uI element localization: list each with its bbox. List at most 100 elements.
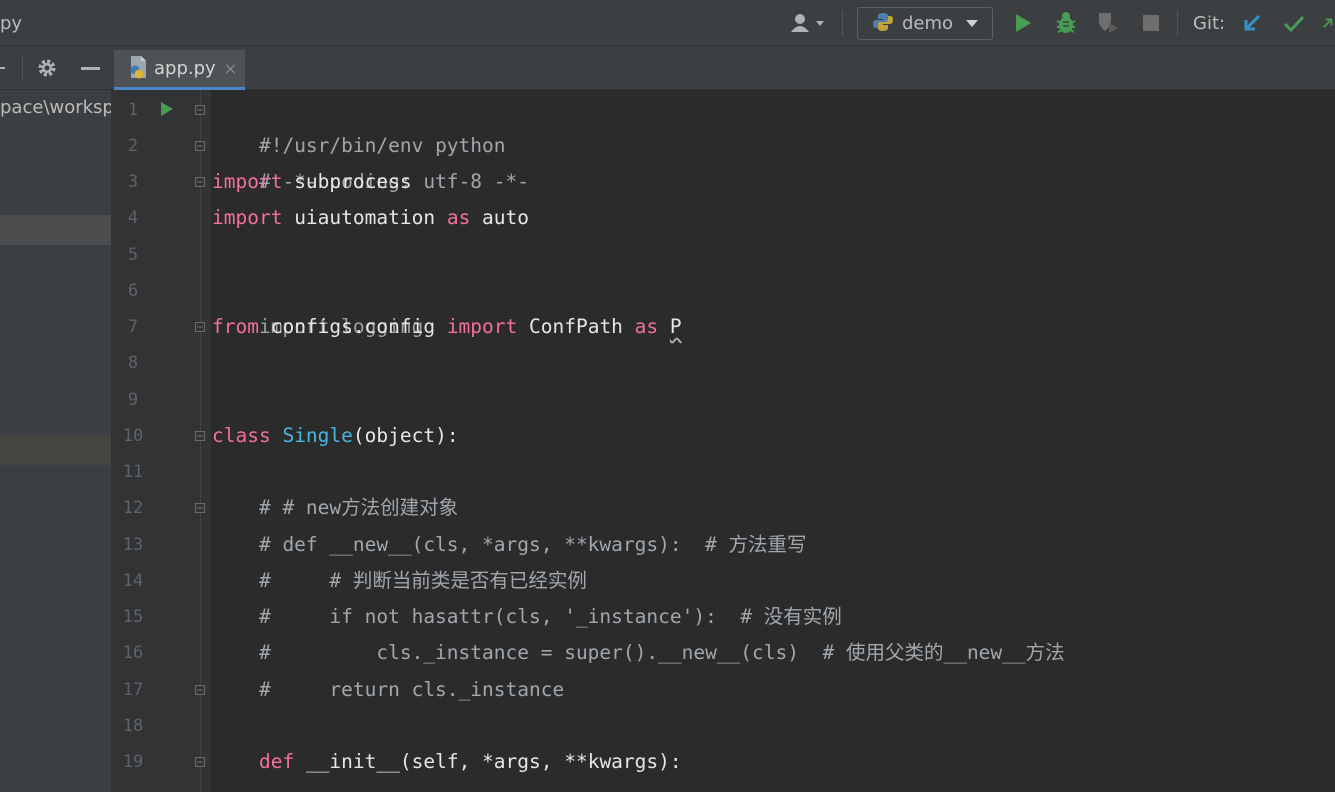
keyword: import (212, 170, 283, 193)
git-label: Git: (1193, 13, 1226, 34)
code-text: auto (470, 206, 530, 229)
code-text: ConfPath (517, 315, 635, 338)
code-line-6: import logging (212, 273, 423, 338)
line-number: 19 (122, 752, 144, 772)
code-line-19: def __init__(self, *args, **kwargs): (212, 744, 682, 780)
fold-icon[interactable] (195, 177, 205, 187)
project-panel: pace\workspa (0, 90, 111, 792)
code-line-3: import subprocess (212, 164, 412, 200)
collapse-icon[interactable] (0, 67, 5, 69)
run-config-label: demo (902, 13, 954, 34)
keyword: class (212, 424, 271, 447)
line-number: 17 (122, 680, 144, 700)
line-number: 8 (127, 353, 139, 373)
fold-icon[interactable] (195, 105, 205, 115)
git-push-icon[interactable] (1322, 10, 1335, 36)
code-line-16: # cls._instance = super().__new__(cls) #… (212, 635, 1065, 671)
window-title: py (0, 13, 23, 34)
fold-icon[interactable] (195, 431, 205, 441)
python-icon (872, 11, 894, 37)
code-line-1: #!/usr/bin/env python (212, 92, 506, 157)
line-number: 16 (122, 643, 144, 663)
line-number: 12 (122, 498, 144, 518)
code-text: configs.config (258, 315, 447, 338)
line-number: 14 (122, 571, 144, 591)
keyword: from (212, 315, 259, 338)
toolbar-separator (842, 10, 843, 36)
code-line-15: # if not hasattr(cls, '_instance'): # 没有… (212, 599, 842, 635)
tab-label: app.py (154, 58, 216, 79)
code-text: uiautomation (282, 206, 447, 229)
line-number: 3 (127, 172, 139, 192)
line-number: 18 (122, 716, 144, 736)
code-line-13: # def __new__(cls, *args, **kwargs): # 方… (212, 527, 807, 563)
header-separator (22, 56, 23, 80)
code-text: subprocess (282, 170, 412, 193)
main-toolbar: py demo Git: (0, 0, 1335, 46)
code-line-17: # return cls._instance (212, 672, 564, 708)
gear-icon[interactable] (36, 57, 58, 83)
code-line-14: # # 判断当前类是否有已经实例 (212, 563, 587, 599)
comment: # cls._instance = super().__new__(cls) #… (212, 641, 1065, 664)
git-update-project-icon[interactable] (1240, 10, 1264, 36)
line-number: 13 (122, 535, 144, 555)
line-number: 6 (127, 281, 139, 301)
line-number: 4 (127, 208, 139, 228)
run-gutter-icon[interactable] (160, 101, 174, 121)
run-configuration-dropdown[interactable]: demo (857, 7, 993, 40)
project-tree-row[interactable] (0, 435, 111, 465)
code-text: (object): (352, 424, 459, 447)
line-number: 1 (127, 100, 139, 120)
keyword: import (212, 206, 283, 229)
line-number: 5 (127, 245, 139, 265)
project-path[interactable]: pace\workspa (0, 97, 111, 118)
code-text: __init__(self, *args, **kwargs): (294, 750, 682, 773)
run-with-coverage-icon[interactable] (1095, 10, 1121, 36)
keyword: as (446, 206, 471, 229)
code-text-warning: P (669, 315, 682, 338)
fold-icon[interactable] (195, 503, 205, 513)
class-name: Single (282, 424, 353, 447)
toolbar-separator (1177, 10, 1178, 36)
line-number: 7 (127, 317, 139, 337)
line-number: 9 (127, 390, 139, 410)
project-toolwindow-header (0, 46, 111, 90)
fold-icon[interactable] (195, 757, 205, 767)
code-line-10: class Single(object): (212, 418, 459, 454)
git-commit-icon[interactable] (1282, 10, 1306, 36)
project-tree-selected-row[interactable] (0, 215, 111, 245)
keyword: import (446, 315, 518, 338)
fold-icon[interactable] (195, 322, 205, 332)
code-line-4: import uiautomation as auto (212, 200, 529, 236)
comment: # # 判断当前类是否有已经实例 (212, 569, 587, 592)
line-number: 2 (127, 136, 139, 156)
comment: # # new方法创建对象 (212, 496, 459, 519)
tab-app-py[interactable]: app.py × (114, 50, 245, 90)
chevron-down-icon (965, 14, 979, 33)
fold-icon[interactable] (195, 685, 205, 695)
line-number: 10 (122, 426, 144, 446)
run-icon[interactable] (1011, 10, 1035, 36)
code-line-2: # -*- coding: utf-8 -*- (212, 128, 529, 193)
user-account-icon[interactable] (786, 10, 828, 36)
editor-tab-bar: app.py × (111, 46, 1335, 90)
code-editor[interactable]: 1 2 3 4 5 6 7 8 9 10 11 12 13 14 15 16 1… (111, 90, 1335, 792)
code-line-12: # # new方法创建对象 (212, 490, 458, 526)
close-icon[interactable]: × (224, 59, 237, 78)
line-number: 11 (122, 462, 144, 482)
comment: # return cls._instance (212, 678, 565, 701)
comment: # def __new__(cls, *args, **kwargs): # 方… (212, 533, 807, 556)
keyword: as (634, 315, 659, 338)
debug-icon[interactable] (1053, 10, 1079, 36)
fold-icon[interactable] (195, 141, 205, 151)
keyword: def (258, 750, 295, 773)
line-number: 15 (122, 607, 144, 627)
editor-gutter: 1 2 3 4 5 6 7 8 9 10 11 12 13 14 15 16 1… (111, 90, 211, 792)
python-file-icon (128, 55, 148, 83)
minimize-icon[interactable] (81, 67, 100, 70)
stop-icon[interactable] (1140, 10, 1162, 36)
comment: # if not hasattr(cls, '_instance'): # 没有… (212, 605, 842, 628)
